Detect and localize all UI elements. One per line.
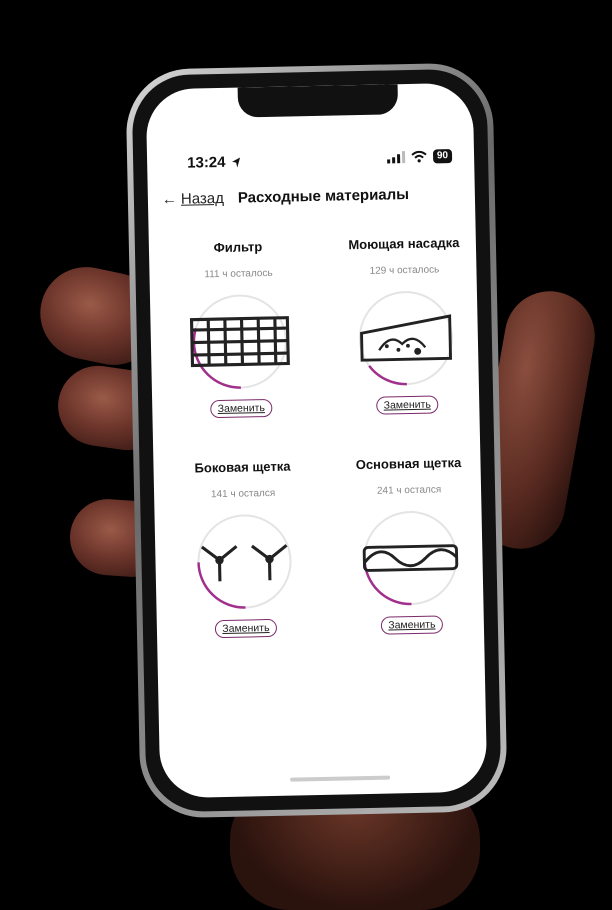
status-time: 13:24 [187,154,226,172]
remaining-time: 141 ч остался [168,487,318,501]
phone: 13:24 90 [125,62,508,819]
mop-pad-icon [355,287,457,389]
replace-main-brush-button[interactable]: Заменить [381,615,443,634]
consumable-card-filter: Фильтр 111 ч осталось [163,238,317,419]
consumable-card-side-brush: Боковая щетка 141 ч остался [167,458,321,639]
remaining-time: 129 ч осталось [329,264,479,278]
photo-scene: 13:24 90 [0,0,612,893]
wear-progress-ring [189,291,291,393]
wifi-icon [411,151,427,163]
consumable-card-mop-pad: Моющая насадка 129 ч осталось [329,235,483,416]
battery-indicator: 90 [433,149,452,163]
remaining-time: 241 ч остался [334,484,484,498]
wear-progress-ring [359,507,461,609]
signal-icon [387,151,405,163]
notch [238,84,399,117]
wear-progress-ring [355,287,457,389]
replace-mop-pad-button[interactable]: Заменить [377,395,439,414]
phone-bezel: 13:24 90 [131,68,501,812]
side-brush-icon [193,510,295,612]
remaining-time: 111 ч осталось [163,267,313,281]
replace-filter-button[interactable]: Заменить [211,399,273,418]
back-arrow-icon: ← [162,191,177,208]
main-brush-icon [359,507,461,609]
page-title: Расходные материалы [238,186,409,207]
consumable-name: Основная щетка [333,455,483,473]
replace-side-brush-button[interactable]: Заменить [215,619,277,638]
consumable-name: Фильтр [163,238,313,256]
back-button[interactable]: ← Назад [162,190,224,208]
filter-icon [189,291,291,393]
navigation-bar: ← Назад Расходные материалы [148,185,475,216]
consumable-card-main-brush: Основная щетка 241 ч остался [333,455,487,636]
consumable-name: Боковая щетка [167,458,317,476]
phone-screen: 13:24 90 [146,83,488,799]
home-indicator[interactable] [290,776,390,782]
back-label: Назад [181,190,224,208]
location-arrow-icon [231,157,241,169]
wear-progress-ring [193,510,295,612]
consumable-name: Моющая насадка [329,235,479,253]
status-bar: 13:24 90 [147,149,474,176]
